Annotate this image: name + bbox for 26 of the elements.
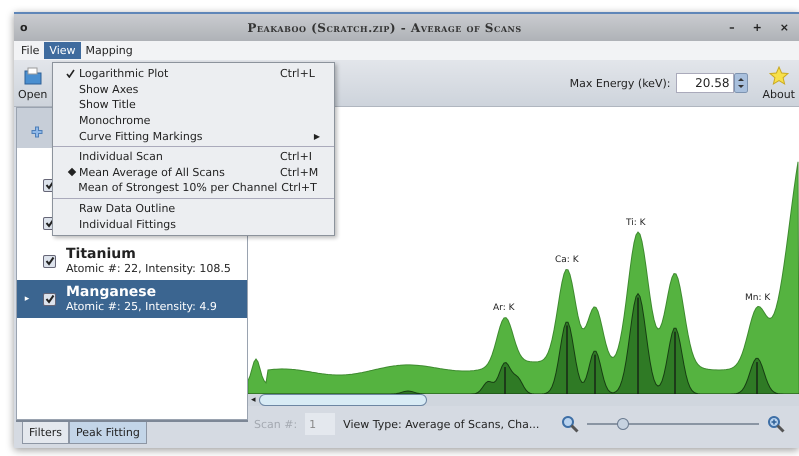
element-details: Atomic #: 25, Intensity: 4.9 xyxy=(66,300,217,313)
peak-label: Mn: K xyxy=(745,293,770,303)
submenu-arrow: ▶ xyxy=(314,132,320,141)
element-details: Atomic #: 22, Intensity: 108.5 xyxy=(66,262,231,275)
max-energy-label: Max Energy (keV): xyxy=(570,76,670,90)
menu-item-label: Individual Scan xyxy=(79,150,164,164)
menu-item-label: Show Axes xyxy=(79,82,140,96)
element-name: Manganese xyxy=(66,285,158,300)
window-title: Peakaboo (Scratch.zip) - Average of Scans xyxy=(246,20,523,34)
peak-label: Ca: K xyxy=(555,255,579,265)
shortcut-label: Ctrl+M xyxy=(280,166,320,179)
menu-item-label: Mean Average of All Scans xyxy=(79,166,226,179)
menu-item-label: Logarithmic Plot xyxy=(79,67,170,80)
element-name: Titanium xyxy=(66,247,137,262)
shortcut-label: Ctrl+T xyxy=(281,181,318,194)
menu-item-label: Curve Fitting Markings xyxy=(79,130,204,143)
view-type-text: View Type: Average of Scans, Cha... xyxy=(343,418,540,430)
menu-item-label: Mean of Strongest 10% per Channel xyxy=(78,181,278,194)
peak-label: Ti: K xyxy=(626,218,646,228)
menu-item-label: Monochrome xyxy=(79,114,152,128)
menu-item-label: Raw Data Outline xyxy=(79,202,176,216)
shortcut-label: Ctrl+L xyxy=(280,67,316,80)
menu-item-label: Show Title xyxy=(79,98,137,112)
menu-item-label: Individual Fittings xyxy=(79,218,178,231)
peak-label: Ar: K xyxy=(493,303,514,313)
shortcut-label: Ctrl+I xyxy=(280,150,314,164)
